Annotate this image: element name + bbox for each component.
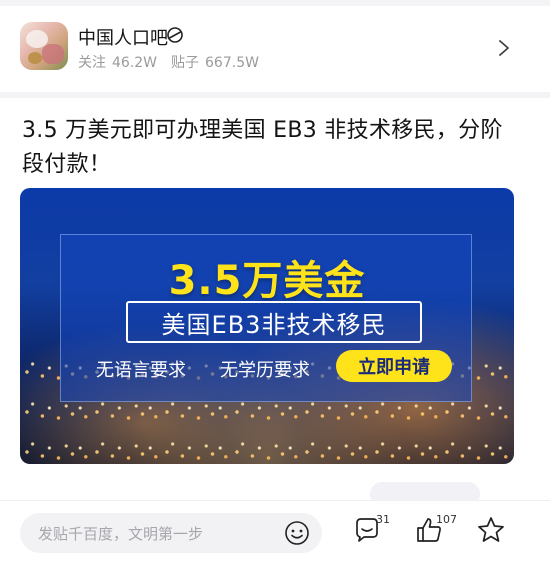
- forum-avatar[interactable]: [20, 22, 68, 70]
- like-count: 107: [436, 513, 457, 526]
- follow-label: 关注: [78, 55, 106, 71]
- forum-badge-icon: [167, 27, 183, 43]
- comment-count: 31: [376, 513, 390, 526]
- forum-stats: 关注 46.2W 贴子 667.5W: [78, 52, 265, 72]
- post-title[interactable]: 3.5 万美元即可办理美国 EB3 非技术移民，分阶段付款！: [22, 114, 522, 182]
- banner-requirement-1: 无语言要求: [96, 360, 186, 381]
- posts-count: 667.5W: [205, 55, 259, 71]
- reply-input[interactable]: 发贴千百度，文明第一步: [20, 513, 322, 553]
- banner-headline: 3.5万美金: [168, 258, 366, 304]
- posts-label: 贴子: [171, 55, 200, 71]
- forum-name[interactable]: 中国人口吧: [78, 24, 168, 50]
- emoji-icon[interactable]: [284, 520, 310, 546]
- bottom-bar: 发贴千百度，文明第一步 31 107: [0, 500, 550, 567]
- favorite-button[interactable]: [476, 515, 506, 545]
- section-divider: [0, 92, 550, 98]
- chevron-right-icon[interactable]: [497, 38, 511, 58]
- reply-placeholder: 发贴千百度，文明第一步: [38, 525, 204, 543]
- star-icon: [478, 517, 504, 542]
- banner-subtitle: 美国EB3非技术移民: [126, 301, 422, 343]
- forum-header[interactable]: 中国人口吧 关注 46.2W 贴子 667.5W: [0, 6, 550, 92]
- banner-requirement-2: 无学历要求: [220, 360, 310, 381]
- apply-now-button[interactable]: 立即申请: [336, 350, 452, 382]
- post-banner-image[interactable]: 3.5万美金 美国EB3非技术移民 无语言要求 无学历要求 立即申请: [20, 188, 514, 464]
- follow-count: 46.2W: [112, 55, 158, 71]
